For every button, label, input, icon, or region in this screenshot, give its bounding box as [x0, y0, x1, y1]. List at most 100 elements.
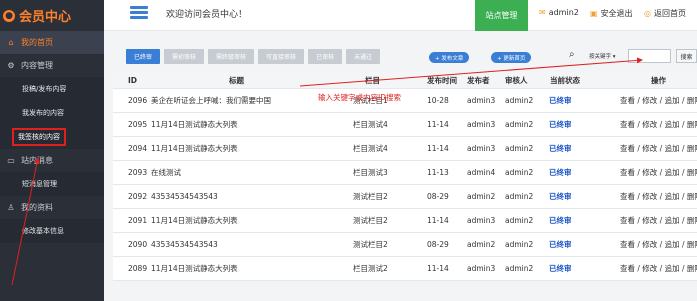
filter-tabs: 已终审 需初审核 需终级审核 可直接审核 已审核 未通过 [126, 49, 381, 64]
keyword-select[interactable]: 按关键字 ▾ [589, 52, 616, 60]
cell-publisher: admin3 [467, 144, 496, 153]
search-input[interactable] [628, 49, 671, 63]
header-title: 标题 [229, 75, 244, 85]
cell-status: 已终审 [549, 240, 572, 249]
row-actions[interactable]: 查看 / 修改 / 追加 / 删除 / 上 [620, 161, 697, 184]
home-label: 返回首页 [653, 9, 686, 18]
cell-publisher: admin4 [467, 168, 496, 177]
publish-article-button[interactable]: + 发布文章 [429, 52, 470, 63]
cell-title: 美企在听证会上呼喊：我们需要中国 [151, 96, 271, 105]
row-actions[interactable]: 查看 / 修改 / 追加 / 删除 / 上 [620, 89, 697, 112]
sidebar-item-content-manage[interactable]: ⚙ 内容管理 [0, 54, 104, 77]
cell-reviewer: admin2 [505, 120, 534, 129]
cell-status: 已终审 [549, 144, 572, 153]
tab-reviewed[interactable]: 已审核 [308, 49, 343, 64]
table-row: 2091 11月14日测试静态大列表 测试栏目2 11-14 admin3 admin2 已… [113, 209, 697, 233]
table-row: 2094 11月14日测试静态大列表 栏目测试4 11-14 admin3 admin2 已… [113, 137, 697, 161]
cell-id: 2093 [128, 168, 148, 177]
sidebar-item-label: 短消息管理 [22, 180, 57, 188]
row-actions[interactable]: 查看 / 修改 / 追加 / 删除 / 上 [620, 209, 697, 232]
user-link[interactable]: ✉ admin2 [539, 8, 579, 17]
header-id: ID [128, 75, 138, 85]
lock-icon: ▣ [590, 9, 598, 18]
cell-reviewer: admin2 [505, 264, 534, 273]
site-manage-button[interactable]: 站点管理 [475, 0, 528, 31]
sidebar-item-messages[interactable]: ▭ 站内消息 [0, 149, 104, 172]
cell-reviewer: admin2 [505, 192, 534, 201]
cell-publisher: admin3 [467, 120, 496, 129]
cell-time: 11-14 [427, 144, 449, 153]
search-icon: ⌕ [569, 49, 575, 60]
table-row: 2089 11月14日测试静态大列表 栏目测试2 11-14 admin3 admin2 已… [113, 257, 697, 281]
sidebar-item-my-published[interactable]: 我发布的内容 [0, 101, 104, 125]
cell-id: 2090 [128, 240, 148, 249]
header-column: 栏目 [365, 75, 380, 85]
sidebar-item-short-messages[interactable]: 短消息管理 [0, 172, 104, 196]
sidebar-item-label: 我发布的内容 [22, 109, 64, 117]
cell-publisher: admin2 [467, 192, 496, 201]
cell-reviewer: admin2 [505, 96, 534, 105]
header-time: 发布时间 [427, 75, 457, 85]
sidebar-item-my-reviewed[interactable]: 我签核的内容 [0, 125, 104, 149]
tab-rejected[interactable]: 未通过 [346, 49, 381, 64]
cell-id: 2091 [128, 216, 148, 225]
cell-column: 栏目测试3 [353, 168, 388, 177]
cell-title: 43534534543543 [151, 240, 218, 249]
sidebar-item-label: 投稿/发布内容 [22, 85, 67, 93]
cell-column: 栏目测试4 [353, 144, 388, 153]
cell-status: 已终审 [549, 120, 572, 129]
tab-need-first-review[interactable]: 需初审核 [164, 49, 205, 64]
cell-publisher: admin3 [467, 264, 496, 273]
row-actions[interactable]: 查看 / 修改 / 追加 / 删除 / 上 [620, 233, 697, 256]
sidebar-item-profile[interactable]: ♙ 我的资料 [0, 196, 104, 219]
row-actions[interactable]: 查看 / 修改 / 追加 / 删除 / 上 [620, 137, 697, 160]
table-row: 2096 美企在听证会上呼喊：我们需要中国 测试栏目1 10-28 admin3 admi… [113, 89, 697, 113]
sidebar-item-label: 内容管理 [21, 61, 53, 70]
cell-column: 测试栏目2 [353, 240, 388, 249]
mail-icon: ✉ [539, 8, 546, 17]
table-header: ID 标题 栏目 发布时间 发布者 审核人 当前状态 操作 [113, 72, 697, 89]
home-link[interactable]: ◎ 返回首页 [644, 8, 686, 19]
cell-status: 已终审 [549, 168, 572, 177]
cell-status: 已终审 [549, 264, 572, 273]
cell-title: 在线测试 [151, 168, 181, 177]
table-row: 2092 43534534543543 测试栏目2 08-29 admin2 admin2… [113, 185, 697, 209]
sidebar-item-label: 站内消息 [21, 156, 53, 165]
search-button[interactable]: 搜索 [676, 49, 697, 63]
header-status: 当前状态 [550, 75, 580, 85]
user-icon: ♙ [7, 203, 15, 212]
sidebar-item-home[interactable]: ⌂ 我的首页 [0, 31, 104, 54]
cell-time: 08-29 [427, 240, 449, 249]
cell-reviewer: admin2 [505, 240, 534, 249]
cell-title: 11月14日测试静态大列表 [151, 264, 238, 273]
row-actions[interactable]: 查看 / 修改 / 追加 / 删除 / 上 [620, 257, 697, 280]
cell-status: 已终审 [549, 216, 572, 225]
tab-need-final-review[interactable]: 需终级审核 [208, 49, 255, 64]
cell-column: 测试栏目2 [353, 192, 388, 201]
sidebar-item-submit-content[interactable]: 投稿/发布内容 [0, 77, 104, 101]
top-bar: 欢迎访问会员中心！ 站点管理 ✉ admin2 ▣ 安全退出 ◎ 返回首页 [104, 0, 697, 31]
tab-final-approved[interactable]: 已终审 [126, 49, 161, 64]
row-actions[interactable]: 查看 / 修改 / 追加 / 删除 / 上 [620, 185, 697, 208]
cell-id: 2094 [128, 144, 148, 153]
sidebar-item-label: 修改基本信息 [22, 227, 64, 235]
logout-link[interactable]: ▣ 安全退出 [590, 8, 633, 19]
member-icon: ● [3, 9, 15, 22]
update-home-button[interactable]: + 更新首页 [491, 52, 532, 63]
cell-status: 已终审 [549, 96, 572, 105]
cell-title: 43534534543543 [151, 192, 218, 201]
cell-id: 2095 [128, 120, 148, 129]
cell-publisher: admin2 [467, 240, 496, 249]
cell-id: 2089 [128, 264, 148, 273]
content-table: ID 标题 栏目 发布时间 发布者 审核人 当前状态 操作 2096 美企在听证会… [113, 72, 697, 281]
cell-publisher: admin3 [467, 216, 496, 225]
sidebar-item-label: 我的资料 [21, 203, 53, 212]
sidebar-item-edit-info[interactable]: 修改基本信息 [0, 219, 104, 243]
row-actions[interactable]: 查看 / 修改 / 追加 / 删除 / 上 [620, 113, 697, 136]
cell-time: 11-13 [427, 168, 449, 177]
table-row: 2095 11月14日测试静态大列表 栏目测试4 11-14 admin3 admin2 已… [113, 113, 697, 137]
cell-title: 11月14日测试静态大列表 [151, 144, 238, 153]
tab-direct-review[interactable]: 可直接审核 [258, 49, 305, 64]
cell-time: 08-29 [427, 192, 449, 201]
menu-icon[interactable] [130, 6, 148, 20]
